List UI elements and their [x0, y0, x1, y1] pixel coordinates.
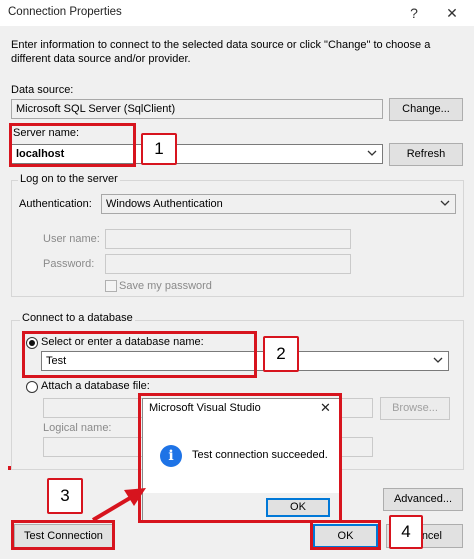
annotation-badge-3: 3	[47, 478, 83, 514]
annotation-badge-4: 4	[389, 515, 423, 549]
annotation-arrow	[91, 488, 146, 522]
annotation-badge-1: 1	[141, 133, 177, 165]
annotation-badge-2: 2	[263, 336, 299, 372]
